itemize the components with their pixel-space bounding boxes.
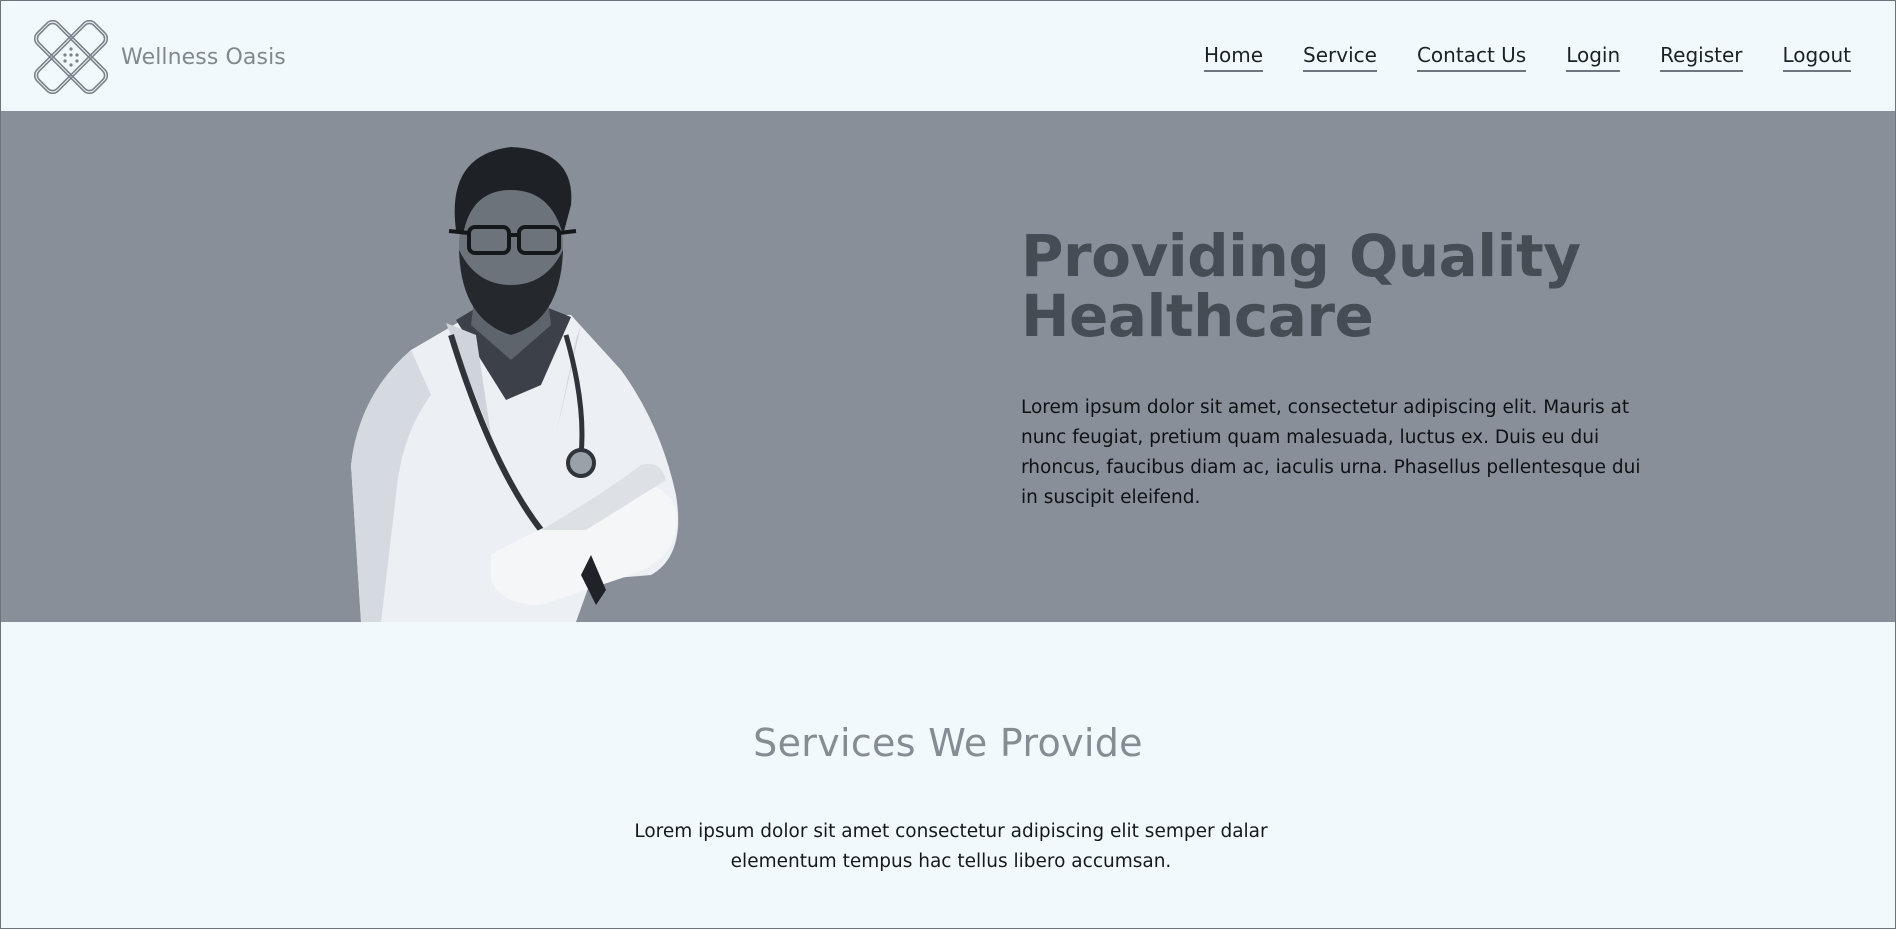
nav-register[interactable]: Register xyxy=(1660,43,1743,72)
services-title: Services We Provide xyxy=(753,721,1143,765)
bandage-icon xyxy=(34,20,108,94)
nav-logout[interactable]: Logout xyxy=(1782,43,1851,72)
nav-contact-us[interactable]: Contact Us xyxy=(1416,43,1527,72)
main-nav: Home Service Contact Us Login Register L… xyxy=(1203,43,1851,72)
hero-section: Providing Quality Healthcare Lorem ipsum… xyxy=(1,111,1895,622)
doctor-photo xyxy=(351,147,679,622)
hero-description: Lorem ipsum dolor sit amet, consectetur … xyxy=(1021,397,1641,508)
services-description: Lorem ipsum dolor sit amet consectetur a… xyxy=(634,821,1268,872)
site-header: Wellness Oasis Home Service Contact Us L… xyxy=(1,1,1895,111)
hero-title: Providing Quality Healthcare xyxy=(1021,222,1581,350)
nav-home[interactable]: Home xyxy=(1203,43,1264,72)
brand-name: Wellness Oasis xyxy=(121,44,286,70)
nav-service[interactable]: Service xyxy=(1303,43,1377,72)
nav-login[interactable]: Login xyxy=(1566,43,1621,72)
brand-link[interactable]: Wellness Oasis xyxy=(34,20,286,94)
